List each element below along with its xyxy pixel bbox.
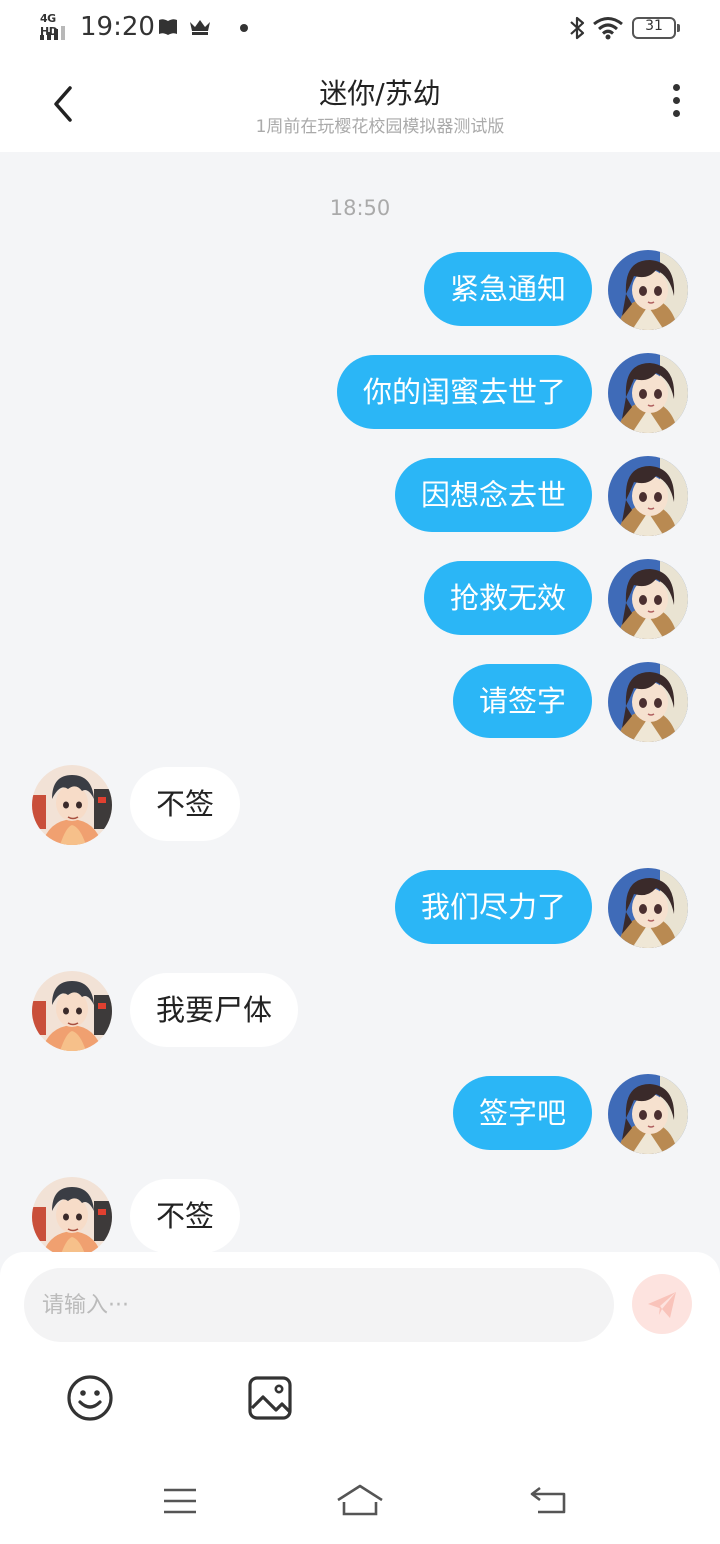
sender-avatar[interactable] [608, 559, 688, 639]
more-vertical-icon [672, 84, 680, 91]
message-outgoing: 签字吧 [0, 1074, 720, 1154]
message-incoming: 我要尸体 [0, 971, 720, 1051]
message-list[interactable]: 18:50 紧急通知 你的闺蜜去世了 因想念去世 抢救无效 请签字 不签 我们尽力了 我要尸体… [0, 152, 720, 1252]
message-outgoing: 因想念去世 [0, 456, 720, 536]
send-button[interactable] [632, 1274, 692, 1334]
contact-avatar[interactable] [32, 1177, 112, 1252]
message-bubble[interactable]: 不签 [130, 1179, 241, 1252]
message-incoming: 不签 [0, 765, 720, 845]
message-outgoing: 紧急通知 [0, 250, 720, 330]
battery-icon: 31 [632, 17, 680, 39]
message-bubble[interactable]: 抢救无效 [423, 561, 592, 635]
chat-title: 迷你/苏幼 [319, 77, 441, 110]
battery-level: 31 [645, 18, 663, 34]
message-bubble[interactable]: 我们尽力了 [394, 870, 592, 944]
recent-apps-button[interactable] [162, 1486, 198, 1516]
notification-dot-icon [240, 24, 248, 32]
message-composer [0, 1252, 720, 1452]
message-outgoing: 你的闺蜜去世了 [0, 353, 720, 433]
sender-avatar[interactable] [608, 868, 688, 948]
status-bar: 4G HD 19:20 31 [0, 0, 720, 58]
sender-avatar[interactable] [608, 662, 688, 742]
sender-avatar[interactable] [608, 250, 688, 330]
wifi-icon [593, 17, 623, 40]
book-icon [159, 19, 177, 35]
message-input[interactable] [24, 1268, 614, 1342]
paper-plane-icon [648, 1292, 676, 1318]
message-outgoing: 抢救无效 [0, 559, 720, 639]
system-back-button[interactable] [528, 1482, 570, 1518]
message-bubble[interactable]: 我要尸体 [130, 973, 299, 1047]
image-button[interactable] [246, 1374, 294, 1422]
sender-avatar[interactable] [608, 353, 688, 433]
more-button[interactable] [666, 84, 686, 124]
message-outgoing: 请签字 [0, 662, 720, 742]
message-bubble[interactable]: 请签字 [452, 664, 592, 738]
message-bubble[interactable]: 因想念去世 [394, 458, 592, 532]
cellular-signal-icon: 4G HD [38, 12, 72, 42]
chat-subtitle: 1周前在玩樱花校园模拟器测试版 [255, 117, 505, 137]
message-bubble[interactable]: 紧急通知 [423, 252, 592, 326]
home-button[interactable] [334, 1482, 386, 1518]
message-incoming: 不签 [0, 1177, 720, 1252]
message-outgoing: 我们尽力了 [0, 868, 720, 948]
crown-icon [190, 20, 210, 35]
message-bubble[interactable]: 签字吧 [452, 1076, 592, 1150]
system-nav-bar [0, 1452, 720, 1544]
status-time: 19:20 [80, 12, 155, 42]
message-bubble[interactable]: 你的闺蜜去世了 [336, 355, 592, 429]
message-timestamp: 18:50 [329, 196, 391, 220]
contact-avatar[interactable] [32, 971, 112, 1051]
message-bubble[interactable]: 不签 [130, 767, 241, 841]
emoji-button[interactable] [66, 1374, 114, 1422]
contact-avatar[interactable] [32, 765, 112, 845]
sender-avatar[interactable] [608, 456, 688, 536]
sender-avatar[interactable] [608, 1074, 688, 1154]
bluetooth-icon [570, 16, 585, 40]
chat-header: 迷你/苏幼 1周前在玩樱花校园模拟器测试版 [0, 58, 720, 152]
